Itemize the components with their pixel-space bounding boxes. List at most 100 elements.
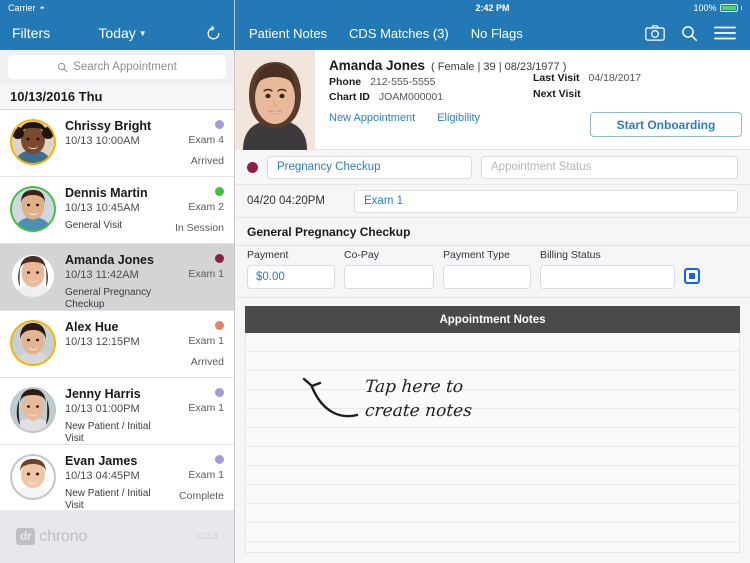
carrier-label: Carrier	[8, 3, 36, 13]
visit-info: Last Visit 04/18/2017 Next Visit	[533, 72, 738, 104]
appointment-row[interactable]: Amanda Jones10/13 11:42AMGeneral Pregnan…	[0, 244, 234, 311]
tab-patient-notes[interactable]: Patient Notes	[249, 26, 327, 41]
billing-field-label: Co-Pay	[344, 249, 434, 261]
appointment-room: Exam 1	[188, 402, 224, 414]
notes-body[interactable]: Tap here to create notes	[245, 333, 740, 553]
appointment-row[interactable]: Jenny Harris10/13 01:00PMNew Patient / I…	[0, 378, 234, 445]
appointment-time: 10/13 01:00PM	[65, 402, 170, 416]
chart-id-label: Chart ID	[329, 91, 370, 103]
today-label: Today	[98, 25, 135, 41]
billing-field-group: Payment Type	[443, 249, 531, 289]
appointment-status-label: Arrived	[191, 155, 224, 167]
appointment-status-label: Arrived	[191, 356, 224, 368]
patient-info: Amanda Jones ( Female | 39 | 08/23/1977 …	[315, 50, 750, 149]
billing-field-input[interactable]	[540, 265, 675, 289]
refresh-button[interactable]	[205, 25, 222, 42]
avatar	[10, 186, 56, 232]
avatar	[10, 454, 56, 500]
menu-button[interactable]	[714, 25, 736, 41]
search-placeholder: Search Appointment	[73, 61, 177, 73]
sidebar-footer: dr chrono v2.3.3	[0, 510, 234, 563]
sidebar-navbar: Filters Today ▼	[0, 16, 234, 50]
version-label: v2.3.3	[196, 532, 218, 541]
status-time: 2:42 PM	[235, 3, 750, 13]
curved-arrow-icon	[301, 375, 359, 421]
search-button[interactable]	[681, 25, 698, 42]
camera-icon	[645, 25, 665, 41]
notes-header: Appointment Notes	[245, 306, 740, 333]
tab-cds-matches[interactable]: CDS Matches (3)	[349, 26, 449, 41]
notes-hint: Tap here to create notes	[301, 375, 472, 423]
appointment-reason: New Patient / Initial Visit	[65, 488, 170, 510]
camera-button[interactable]	[645, 25, 665, 41]
filters-button[interactable]: Filters	[12, 25, 50, 41]
tab-no-flags[interactable]: No Flags	[471, 26, 523, 41]
notes-card: Appointment Notes Tap here to create not…	[245, 306, 740, 553]
appointment-patient-name: Jenny Harris	[65, 387, 170, 401]
start-onboarding-button[interactable]: Start Onboarding	[590, 112, 742, 137]
appointment-datetime-row: 04/20 04:20PM Exam 1	[235, 185, 750, 218]
notes-hint-line2: create notes	[364, 399, 473, 423]
avatar	[10, 253, 56, 299]
appointment-form: Pregnancy Checkup Appointment Status 04/…	[235, 150, 750, 298]
appointment-type-dot	[247, 162, 258, 173]
billing-field-group: Payment $0.00	[247, 249, 335, 289]
app-root: Carrier ◓ Filters Today ▼ S	[0, 0, 750, 563]
patient-avatar[interactable]	[235, 50, 315, 150]
billing-row: Payment$0.00Co-PayPayment TypeBilling St…	[235, 246, 750, 298]
drchrono-logo: dr chrono	[16, 528, 196, 546]
logo-badge: dr	[16, 528, 35, 545]
patient-header: Amanda Jones ( Female | 39 | 08/23/1977 …	[235, 50, 750, 150]
battery-indicator: 100%	[693, 3, 742, 13]
appointment-patient-name: Alex Hue	[65, 320, 170, 334]
appointment-row[interactable]: Alex Hue10/13 12:15PMExam 1Arrived	[0, 311, 234, 378]
search-input[interactable]: Search Appointment	[8, 55, 226, 79]
appointment-row[interactable]: Evan James10/13 04:45PMNew Patient / Ini…	[0, 445, 234, 510]
billing-field-input[interactable]	[443, 265, 531, 289]
today-dropdown[interactable]: Today ▼	[50, 25, 205, 41]
avatar	[10, 119, 56, 165]
appointment-list[interactable]: Chrissy Bright10/13 10:00AMExam 4Arrived…	[0, 110, 234, 510]
appointment-status-dot	[215, 187, 224, 196]
billing-field-input[interactable]	[344, 265, 434, 289]
appointment-type-field[interactable]: Pregnancy Checkup	[267, 156, 472, 179]
battery-nub-icon	[741, 6, 743, 10]
wifi-icon: ◓	[40, 4, 45, 13]
refresh-icon	[205, 25, 222, 42]
phone-value: 212-555-5555	[370, 76, 435, 88]
appointment-room: Exam 1	[188, 469, 224, 481]
appointment-status-dot	[215, 254, 224, 263]
date-header: 10/13/2016 Thu	[0, 84, 234, 110]
patient-name: Amanda Jones	[329, 58, 425, 73]
eligibility-link[interactable]: Eligibility	[437, 112, 480, 124]
appointment-room: Exam 2	[188, 201, 224, 213]
appointment-datetime: 04/20 04:20PM	[247, 195, 342, 207]
chevron-down-icon: ▼	[139, 29, 147, 38]
hamburger-menu-icon	[714, 25, 736, 41]
appointment-reason: General Visit	[65, 220, 170, 232]
appointment-status-dot	[215, 388, 224, 397]
square-stop-icon[interactable]	[684, 268, 700, 284]
appointment-patient-name: Amanda Jones	[65, 253, 170, 267]
billing-field-group: Co-Pay	[344, 249, 434, 289]
appointment-status-dot	[215, 120, 224, 129]
next-visit-label: Next Visit	[533, 88, 581, 100]
appointment-row[interactable]: Chrissy Bright10/13 10:00AMExam 4Arrived	[0, 110, 234, 177]
status-bar-left: Carrier ◓	[0, 0, 234, 16]
appointment-patient-name: Evan James	[65, 454, 170, 468]
appointments-sidebar: Carrier ◓ Filters Today ▼ S	[0, 0, 235, 563]
billing-field-label: Payment	[247, 249, 335, 261]
appointment-status-field[interactable]: Appointment Status	[481, 156, 738, 179]
battery-icon	[720, 4, 738, 12]
status-bar-right: 2:42 PM 100%	[235, 0, 750, 16]
appointment-row[interactable]: Dennis Martin10/13 10:45AMGeneral VisitE…	[0, 177, 234, 244]
notes-area: Appointment Notes Tap here to create not…	[235, 298, 750, 563]
search-icon	[57, 62, 68, 73]
new-appointment-link[interactable]: New Appointment	[329, 112, 415, 124]
avatar	[10, 320, 56, 366]
billing-field-label: Payment Type	[443, 249, 531, 261]
billing-field-input[interactable]: $0.00	[247, 265, 335, 289]
appointment-room-field[interactable]: Exam 1	[354, 190, 738, 213]
appointment-status-dot	[215, 321, 224, 330]
appointment-patient-name: Chrissy Bright	[65, 119, 170, 133]
